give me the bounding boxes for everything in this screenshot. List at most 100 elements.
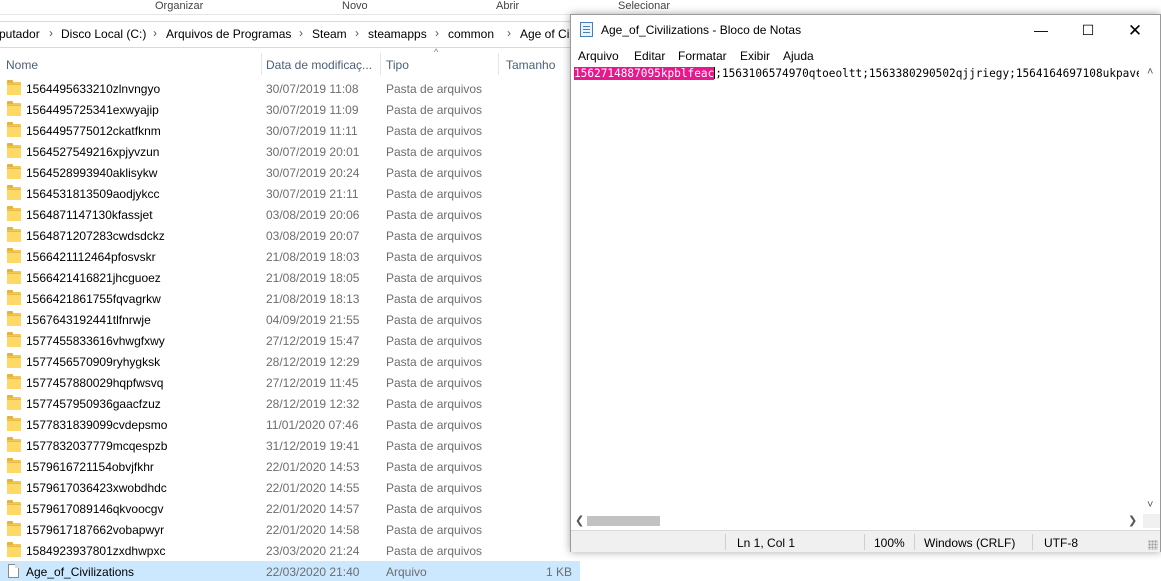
- row-name: 1579617187662vobapwyr: [26, 523, 165, 537]
- file-list-row[interactable]: 1566421861755fqvagrkw 21/08/2019 18:13 Pas…: [0, 288, 580, 309]
- breadcrumb-separator-icon[interactable]: ›: [153, 26, 157, 40]
- row-type: Pasta de arquivos: [386, 292, 483, 306]
- row-date-modified: 21/08/2019 18:13: [266, 292, 360, 306]
- row-date-modified: 03/08/2019 20:06: [266, 208, 360, 222]
- breadcrumb-separator-icon[interactable]: ›: [355, 26, 359, 40]
- row-type: Arquivo: [386, 565, 427, 579]
- vertical-scrollbar[interactable]: ˄ ˅: [1143, 66, 1160, 515]
- folder-icon: [7, 332, 21, 347]
- column-divider[interactable]: [380, 53, 381, 75]
- horizontal-scrollbar[interactable]: ❮ ❯: [571, 514, 1143, 528]
- scroll-down-icon[interactable]: ˅: [1147, 499, 1153, 511]
- breadcrumb-separator-icon[interactable]: ›: [435, 26, 439, 40]
- breadcrumb-arquivos-de-programas[interactable]: Arquivos de Programas: [166, 27, 291, 41]
- row-date-modified: 30/07/2019 20:01: [266, 145, 360, 159]
- file-list-row[interactable]: 1564527549216xpjyvzun 30/07/2019 20:01 Pas…: [0, 141, 580, 162]
- row-name: 1577832037779mcqespzb: [26, 439, 168, 453]
- breadcrumb-steamapps[interactable]: steamapps: [368, 27, 427, 41]
- folder-icon: [7, 395, 21, 410]
- breadcrumb-steam[interactable]: Steam: [312, 27, 347, 41]
- scroll-left-icon[interactable]: ❮: [575, 514, 584, 527]
- row-date-modified: 21/08/2019 18:03: [266, 250, 360, 264]
- breadcrumb-separator-icon[interactable]: ›: [49, 26, 53, 40]
- file-list-row[interactable]: 1584923937801zxdhwpxc 23/03/2020 21:24 Pas…: [0, 540, 580, 561]
- breadcrumb-age-of-civilizations[interactable]: Age of Ci: [520, 27, 569, 41]
- file-list-row[interactable]: 1577455833616vhwgfxwy 27/12/2019 15:47 Pas…: [0, 330, 580, 351]
- resize-grip-icon[interactable]: [1148, 540, 1158, 550]
- file-list-row[interactable]: Age_of_Civilizations 22/03/2020 21:40 Arqu…: [0, 561, 580, 581]
- folder-icon: [7, 227, 21, 242]
- breadcrumb-separator-icon[interactable]: ›: [299, 26, 303, 40]
- row-type: Pasta de arquivos: [386, 376, 483, 390]
- file-list-row[interactable]: 1577831839099cvdepsmo 11/01/2020 07:46 Pas…: [0, 414, 580, 435]
- breadcrumb-common[interactable]: common: [448, 27, 494, 41]
- folder-icon: [7, 479, 21, 494]
- file-list-row[interactable]: 1564495775012ckatfknm 30/07/2019 11:11 Pas…: [0, 120, 580, 141]
- minimize-button[interactable]: —: [1018, 15, 1064, 46]
- column-divider[interactable]: [261, 53, 262, 75]
- notepad-app-icon[interactable]: [580, 22, 593, 37]
- maximize-button[interactable]: ☐: [1065, 15, 1111, 46]
- file-list-row[interactable]: 1579616721154obvjfkhr 22/01/2020 14:53 Pas…: [0, 456, 580, 477]
- row-date-modified: 27/12/2019 15:47: [266, 334, 360, 348]
- row-name: 1577457950936gaacfzuz: [26, 397, 161, 411]
- row-name: 1564531813509aodjykcc: [26, 187, 160, 201]
- file-list-row[interactable]: 1577457950936gaacfzuz 28/12/2019 12:32 Pas…: [0, 393, 580, 414]
- selected-text[interactable]: 1562714887095kpblfeac: [574, 67, 715, 80]
- file-list-row[interactable]: 1564495725341exwyajip 30/07/2019 11:09 Pas…: [0, 99, 580, 120]
- status-encoding: UTF-8: [1044, 536, 1078, 550]
- row-type: Pasta de arquivos: [386, 82, 483, 96]
- menu-formatar[interactable]: Formatar: [678, 49, 727, 63]
- row-date-modified: 21/08/2019 18:05: [266, 271, 360, 285]
- horizontal-scroll-thumb[interactable]: [587, 516, 660, 526]
- close-button[interactable]: ✕: [1112, 15, 1158, 46]
- column-header-name[interactable]: Nome: [6, 58, 38, 80]
- row-date-modified: 04/09/2019 21:55: [266, 313, 360, 327]
- file-list-row[interactable]: 1579617089146qkvoocgv 22/01/2020 14:57 Pas…: [0, 498, 580, 519]
- row-name: 1564528993940aklisykw: [26, 166, 158, 180]
- notepad-title-bar[interactable]: Age_of_Civilizations - Bloco de Notas — …: [571, 15, 1160, 46]
- column-header-date[interactable]: Data de modificaç...: [266, 58, 372, 80]
- folder-icon: [7, 311, 21, 326]
- column-header-size[interactable]: Tamanho: [506, 58, 555, 80]
- file-list-row[interactable]: 1564495633210zlnvngyo 30/07/2019 11:08 Pas…: [0, 78, 580, 99]
- file-list-row[interactable]: 1564528993940aklisykw 30/07/2019 20:24 Pas…: [0, 162, 580, 183]
- file-list-row[interactable]: 1566421416821jhcguoez 21/08/2019 18:05 Pas…: [0, 267, 580, 288]
- file-list-row[interactable]: 1567643192441tlfnrwje 04/09/2019 21:55 Pas…: [0, 309, 580, 330]
- scrollbar-corner: [1143, 514, 1160, 528]
- breadcrumb-disco-local[interactable]: Disco Local (C:): [61, 27, 146, 41]
- row-type: Pasta de arquivos: [386, 502, 483, 516]
- row-date-modified: 22/01/2020 14:57: [266, 502, 360, 516]
- unselected-text[interactable]: ;1563106574970qtoeoltt;1563380290502qjjr…: [715, 67, 1139, 80]
- file-list-row[interactable]: 1564871207283cwdsdckz 03/08/2019 20:07 Pas…: [0, 225, 580, 246]
- status-divider: [1032, 534, 1033, 550]
- column-header-type[interactable]: Tipo: [386, 58, 409, 80]
- folder-icon: [7, 437, 21, 452]
- scroll-up-icon[interactable]: ˄: [1147, 66, 1153, 78]
- notepad-window[interactable]: Age_of_Civilizations - Bloco de Notas — …: [570, 14, 1161, 552]
- file-list-row[interactable]: 1564531813509aodjykcc 30/07/2019 21:11 Pas…: [0, 183, 580, 204]
- file-list-row[interactable]: 1577457880029hqpfwsvq 27/12/2019 11:45 Pas…: [0, 372, 580, 393]
- breadcrumb-computer[interactable]: putador: [0, 27, 40, 41]
- text-line-1[interactable]: 1562714887095kpblfeac;1563106574970qtoeo…: [574, 67, 1139, 81]
- row-name: 1577455833616vhwgfxwy: [26, 334, 165, 348]
- file-list-row[interactable]: 1579617187662vobapwyr 22/01/2020 14:58 Pas…: [0, 519, 580, 540]
- file-list-row[interactable]: 1564871147130kfassjet 03/08/2019 20:06 Pas…: [0, 204, 580, 225]
- scroll-right-icon[interactable]: ❯: [1128, 514, 1137, 527]
- menu-exibir[interactable]: Exibir: [740, 49, 770, 63]
- file-list-row[interactable]: 1579617036423xwobdhdc 22/01/2020 14:55 Pas…: [0, 477, 580, 498]
- file-list-row[interactable]: 1577832037779mcqespzb 31/12/2019 19:41 Pas…: [0, 435, 580, 456]
- folder-icon: [7, 290, 21, 305]
- text-editor[interactable]: 1562714887095kpblfeac;1563106574970qtoeo…: [571, 66, 1160, 515]
- menu-bar: Arquivo Editar Formatar Exibir Ajuda: [571, 46, 1160, 66]
- column-divider[interactable]: [498, 53, 499, 75]
- menu-editar[interactable]: Editar: [634, 49, 665, 63]
- file-list-row[interactable]: 1577456570909ryhygksk 28/12/2019 12:29 Pas…: [0, 351, 580, 372]
- breadcrumb-separator-icon[interactable]: ›: [507, 26, 511, 40]
- folder-icon: [7, 269, 21, 284]
- row-date-modified: 23/03/2020 21:24: [266, 544, 360, 558]
- menu-ajuda[interactable]: Ajuda: [783, 49, 814, 63]
- menu-arquivo[interactable]: Arquivo: [578, 49, 619, 63]
- file-list-row[interactable]: 1566421112464pfosvskr 21/08/2019 18:03 Pas…: [0, 246, 580, 267]
- status-divider: [864, 534, 865, 550]
